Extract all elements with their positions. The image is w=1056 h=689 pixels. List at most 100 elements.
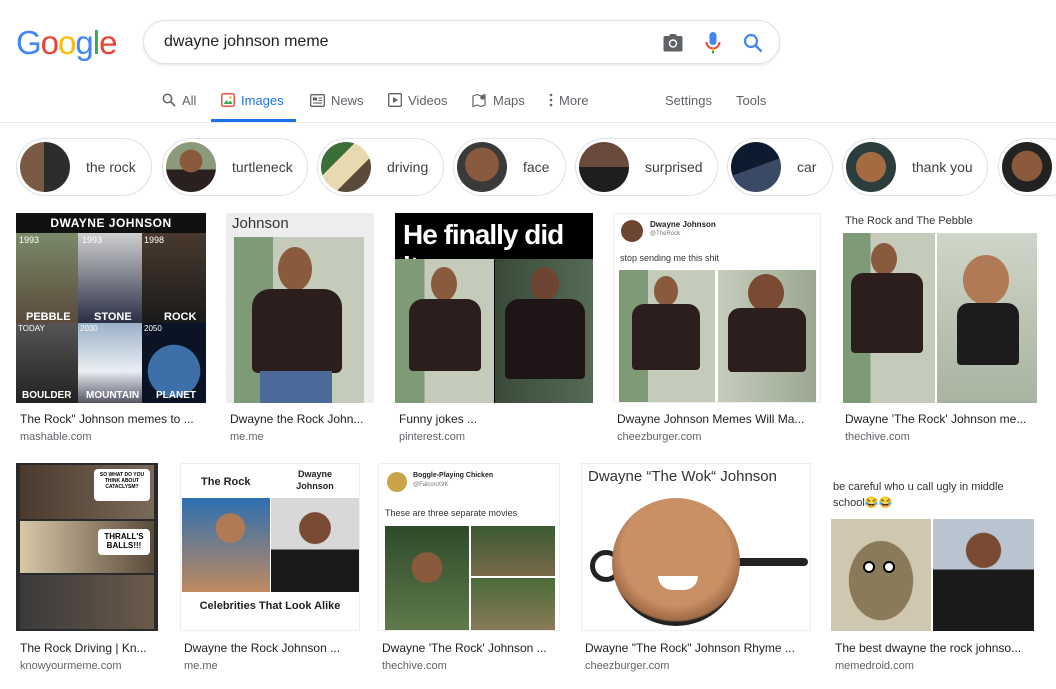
- tweet-text: stop sending me this shit: [620, 253, 720, 263]
- tab-label: Videos: [408, 92, 448, 108]
- image-result[interactable]: DWAYNE JOHNSON EVOLUTION 1993 1993 1998 …: [16, 213, 208, 443]
- image-result[interactable]: Johnson Dwayne the Rock John... me.me: [226, 213, 376, 443]
- tab-label: More: [559, 92, 589, 108]
- chip-the-rock[interactable]: the rock: [16, 138, 152, 196]
- search-icon[interactable]: [741, 31, 765, 55]
- tab-tools[interactable]: Tools: [736, 80, 766, 120]
- meme-caption: Celebrities That Look Alike: [199, 600, 341, 612]
- result-title[interactable]: Dwayne "The Rock" Johnson Rhyme ...: [585, 641, 809, 655]
- chip-thumbnail: [579, 142, 629, 192]
- result-source[interactable]: thechive.com: [382, 660, 447, 672]
- search-input[interactable]: dwayne johnson meme: [164, 33, 329, 51]
- tweet-handle: @FalconX9K: [413, 482, 449, 488]
- result-title[interactable]: Dwayne 'The Rock' Johnson me...: [845, 412, 1039, 426]
- result-title[interactable]: Dwayne the Rock John...: [230, 412, 374, 426]
- image-result[interactable]: Dwayne “The Wok“ Johnson Dwayne "The Roc…: [581, 463, 813, 683]
- meme-caption: Dwayne Johnson: [296, 469, 334, 491]
- chip-driving[interactable]: driving: [317, 138, 444, 196]
- map-icon: [472, 93, 486, 107]
- chip-label: driving: [387, 159, 429, 175]
- chip-label: surprised: [645, 159, 703, 175]
- result-source[interactable]: me.me: [184, 660, 218, 672]
- result-source[interactable]: pinterest.com: [399, 431, 465, 443]
- tab-label: Images: [241, 92, 284, 108]
- image-result[interactable]: He finally did it.. Funny jokes ... pint…: [395, 213, 595, 443]
- chip-more[interactable]: [998, 138, 1056, 196]
- result-title[interactable]: Dwayne the Rock Johnson ...: [184, 641, 358, 655]
- tab-all[interactable]: All: [162, 80, 196, 120]
- tab-videos[interactable]: Videos: [388, 80, 448, 120]
- result-source[interactable]: mashable.com: [20, 431, 92, 443]
- result-title[interactable]: The best dwayne the rock johnso...: [835, 641, 1033, 655]
- logo-letter: e: [99, 24, 117, 61]
- tab-news[interactable]: News: [310, 80, 364, 120]
- tab-label: Maps: [493, 92, 525, 108]
- chip-thumbnail: [1002, 142, 1052, 192]
- meme-label: 1993: [82, 235, 103, 245]
- result-title[interactable]: Funny jokes ...: [399, 412, 593, 426]
- meme-label: ROCK: [164, 311, 197, 323]
- search-icon: [162, 93, 176, 107]
- more-vert-icon: [549, 93, 553, 107]
- result-source[interactable]: cheezburger.com: [617, 431, 701, 443]
- result-source[interactable]: cheezburger.com: [585, 660, 669, 672]
- result-thumbnail: Dwayne Johnson @TheRock stop sending me …: [613, 213, 821, 403]
- result-title[interactable]: Dwayne Johnson Memes Will Ma...: [617, 412, 821, 426]
- chip-face[interactable]: face: [453, 138, 566, 196]
- image-result[interactable]: Dwayne Johnson @TheRock stop sending me …: [613, 213, 823, 443]
- meme-label: MOUNTAIN: [86, 390, 140, 401]
- tweet-handle: @TheRock: [650, 231, 681, 237]
- chip-thumbnail: [846, 142, 896, 192]
- result-source[interactable]: knowyourmeme.com: [20, 660, 121, 672]
- chip-thank-you[interactable]: thank you: [842, 138, 988, 196]
- meme-caption: The Rock: [201, 476, 251, 488]
- chip-label: thank you: [912, 159, 973, 175]
- chip-thumbnail: [457, 142, 507, 192]
- result-title[interactable]: The Rock Driving | Kn...: [20, 641, 158, 655]
- tab-maps[interactable]: Maps: [472, 80, 525, 120]
- result-thumbnail: SO WHAT DO YOU THINK ABOUT CATACLYSM? TH…: [16, 463, 158, 631]
- meme-label: TODAY: [18, 324, 45, 333]
- image-result[interactable]: The Rock and The Pebble Dwayne 'The Rock…: [841, 213, 1041, 443]
- meme-label: 1993: [19, 235, 40, 245]
- chip-surprised[interactable]: surprised: [575, 138, 718, 196]
- search-box[interactable]: dwayne johnson meme: [143, 20, 780, 64]
- result-thumbnail: DWAYNE JOHNSON EVOLUTION 1993 1993 1998 …: [16, 213, 206, 403]
- image-icon: [221, 93, 235, 107]
- result-source[interactable]: thechive.com: [845, 431, 910, 443]
- meme-label: PLANET: [156, 390, 196, 401]
- result-thumbnail: He finally did it..: [395, 213, 593, 403]
- result-source[interactable]: me.me: [230, 431, 264, 443]
- result-title[interactable]: Dwayne 'The Rock' Johnson ...: [382, 641, 558, 655]
- news-icon: [310, 93, 325, 107]
- result-thumbnail: Johnson: [226, 213, 374, 403]
- image-result[interactable]: Boggle-Playing Chicken @FalconX9K These …: [378, 463, 562, 683]
- chip-turtleneck[interactable]: turtleneck: [162, 138, 308, 196]
- image-result[interactable]: The Rock Dwayne Johnson Celebrities That…: [180, 463, 362, 683]
- chip-label: face: [523, 159, 550, 175]
- image-result[interactable]: be careful who u call ugly in middle sch…: [831, 463, 1036, 683]
- video-icon: [388, 93, 402, 107]
- search-tabs: All Images News Videos Maps More Setting…: [0, 80, 1056, 123]
- chip-label: turtleneck: [232, 159, 293, 175]
- meme-label: 2030: [80, 324, 98, 333]
- meme-label: 2050: [144, 324, 162, 333]
- chip-car[interactable]: car: [727, 138, 833, 196]
- camera-icon[interactable]: [661, 31, 685, 55]
- tweet-name: Dwayne Johnson: [650, 220, 716, 229]
- tab-settings[interactable]: Settings: [665, 80, 712, 120]
- google-logo[interactable]: Google: [16, 24, 117, 61]
- chip-label: the rock: [86, 159, 136, 175]
- meme-label: STONE: [94, 311, 132, 323]
- meme-caption: The Rock and The Pebble: [845, 215, 973, 227]
- result-title[interactable]: The Rock" Johnson memes to ...: [20, 412, 206, 426]
- chip-thumbnail: [166, 142, 216, 192]
- logo-letter: G: [16, 24, 42, 61]
- tab-images[interactable]: Images: [211, 80, 296, 122]
- result-source[interactable]: memedroid.com: [835, 660, 914, 672]
- tab-more[interactable]: More: [549, 80, 589, 120]
- microphone-icon[interactable]: [701, 31, 725, 55]
- tweet-text: These are three separate movies: [385, 508, 518, 518]
- result-thumbnail: The Rock Dwayne Johnson Celebrities That…: [180, 463, 360, 631]
- image-result[interactable]: SO WHAT DO YOU THINK ABOUT CATACLYSM? TH…: [16, 463, 162, 683]
